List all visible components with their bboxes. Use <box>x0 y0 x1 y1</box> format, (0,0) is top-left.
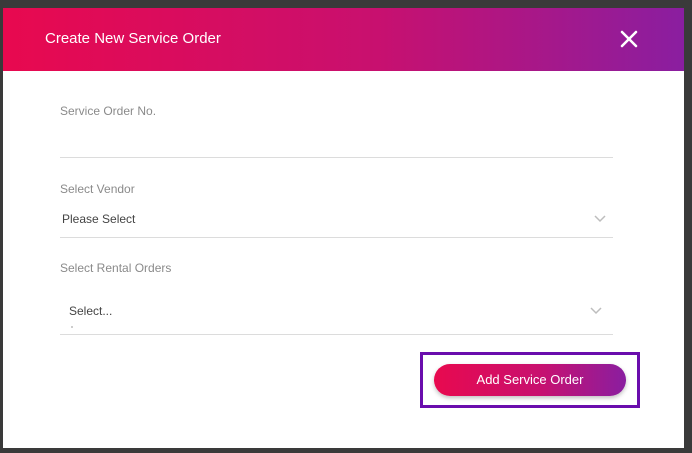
modal-title: Create New Service Order <box>45 30 221 47</box>
modal-header: Create New Service Order <box>3 8 684 71</box>
close-icon <box>620 30 638 48</box>
vendor-underline <box>60 237 613 238</box>
rental-orders-select[interactable]: Select... <box>60 297 613 325</box>
vendor-selected-value: Please Select <box>62 212 136 226</box>
chevron-down-icon <box>593 213 607 223</box>
rental-orders-underline <box>60 334 613 335</box>
vendor-select[interactable]: Please Select <box>60 205 613 233</box>
rental-orders-selected-value: Select... <box>69 304 113 318</box>
service-order-no-underline <box>60 157 613 158</box>
service-order-no-label: Service Order No. <box>60 104 157 118</box>
service-order-no-input[interactable] <box>60 126 613 152</box>
create-service-order-modal: Create New Service Order Service Order N… <box>3 8 684 448</box>
chevron-down-icon <box>589 305 603 315</box>
close-button[interactable] <box>617 27 641 51</box>
vendor-label: Select Vendor <box>60 182 135 196</box>
rental-orders-label: Select Rental Orders <box>60 261 172 275</box>
cursor-dot <box>71 326 73 328</box>
add-service-order-button[interactable]: Add Service Order <box>434 364 626 396</box>
